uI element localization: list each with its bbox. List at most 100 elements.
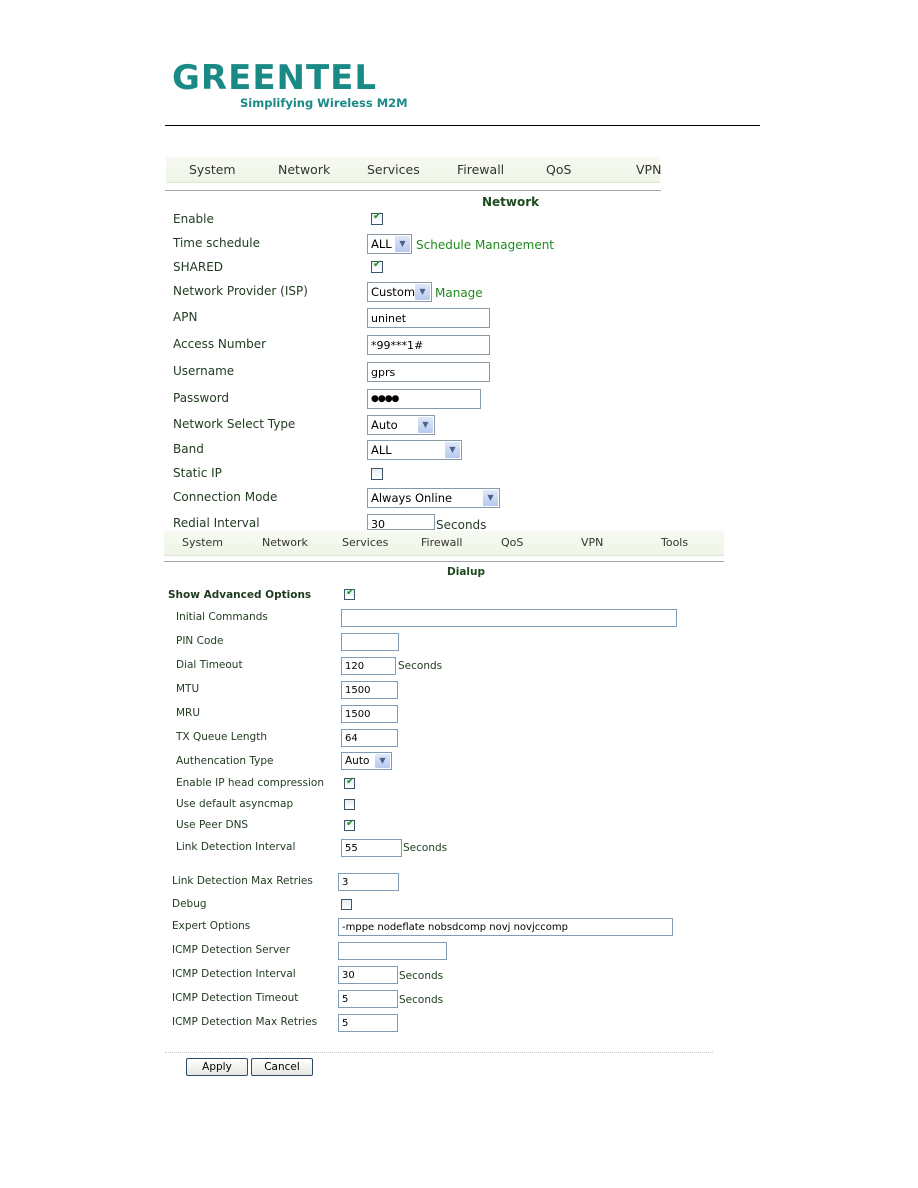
- dial-timeout-input[interactable]: 120: [341, 657, 396, 675]
- pin-code-input[interactable]: [341, 633, 399, 651]
- peer-dns-checkbox[interactable]: [344, 818, 355, 831]
- dial-timeout-label: Dial Timeout: [176, 659, 243, 671]
- header-divider: [165, 125, 760, 126]
- nav-tab-system[interactable]: System: [182, 536, 223, 549]
- manage-isp-link[interactable]: Manage: [435, 286, 483, 300]
- tx-queue-length-label: TX Queue Length: [176, 731, 267, 743]
- enable-checkbox[interactable]: [371, 211, 383, 225]
- initial-commands-input[interactable]: [341, 609, 677, 627]
- link-detection-max-retries-label: Link Detection Max Retries: [172, 875, 313, 887]
- network-select-type-value: Auto: [371, 418, 398, 432]
- band-select[interactable]: ALL ▼: [367, 440, 462, 460]
- bottom-nav-divider: [164, 561, 724, 562]
- shared-label: SHARED: [173, 260, 224, 274]
- tx-queue-length-input[interactable]: 64: [341, 729, 398, 747]
- default-asyncmap-label: Use default asyncmap: [176, 798, 294, 810]
- connection-mode-select[interactable]: Always Online ▼: [367, 488, 500, 508]
- redial-interval-unit: Seconds: [436, 518, 487, 532]
- icmp-server-input[interactable]: [338, 942, 447, 960]
- nav-tab-firewall[interactable]: Firewall: [457, 162, 504, 177]
- initial-commands-label: Initial Commands: [176, 611, 268, 623]
- chevron-down-icon: ▼: [415, 284, 430, 300]
- time-schedule-select[interactable]: ALL ▼: [367, 234, 412, 254]
- ip-head-compression-checkbox[interactable]: [344, 776, 355, 789]
- top-nav-bar: System Network Services Firewall QoS VPN: [166, 157, 661, 183]
- debug-label: Debug: [172, 898, 207, 910]
- dial-timeout-unit: Seconds: [398, 660, 443, 672]
- mtu-label: MTU: [176, 683, 200, 695]
- top-nav-divider: [165, 190, 661, 191]
- band-value: ALL: [371, 443, 392, 457]
- connection-mode-value: Always Online: [371, 491, 453, 505]
- nav-tab-qos[interactable]: QoS: [501, 536, 523, 549]
- password-input[interactable]: ●●●●: [367, 389, 481, 409]
- nav-tab-qos[interactable]: QoS: [546, 162, 571, 177]
- link-detection-interval-input[interactable]: 55: [341, 839, 402, 857]
- chevron-down-icon: ▼: [483, 490, 498, 506]
- form-footer-divider: [165, 1052, 713, 1053]
- link-detection-interval-unit: Seconds: [403, 842, 448, 854]
- static-ip-checkbox[interactable]: [371, 468, 383, 480]
- mru-label: MRU: [176, 707, 201, 719]
- expert-options-label: Expert Options: [172, 920, 251, 932]
- username-input[interactable]: gprs: [367, 362, 490, 382]
- chevron-down-icon: ▼: [418, 417, 433, 433]
- schedule-management-link[interactable]: Schedule Management: [416, 238, 554, 252]
- icmp-timeout-input[interactable]: 5: [338, 990, 398, 1008]
- link-detection-max-retries-input[interactable]: 3: [338, 873, 399, 891]
- icmp-timeout-label: ICMP Detection Timeout: [172, 992, 299, 1004]
- icmp-server-label: ICMP Detection Server: [172, 944, 290, 956]
- peer-dns-label: Use Peer DNS: [176, 819, 249, 831]
- link-detection-interval-label: Link Detection Interval: [176, 841, 296, 853]
- mru-input[interactable]: 1500: [341, 705, 398, 723]
- chevron-down-icon: ▼: [445, 442, 460, 458]
- nav-tab-vpn[interactable]: VPN: [581, 536, 603, 549]
- default-asyncmap-checkbox[interactable]: [344, 799, 355, 810]
- access-number-input[interactable]: *99***1#: [367, 335, 490, 355]
- auth-type-value: Auto: [345, 755, 370, 767]
- icmp-interval-label: ICMP Detection Interval: [172, 968, 296, 980]
- redial-interval-input[interactable]: 30: [367, 514, 435, 530]
- nav-tab-services[interactable]: Services: [342, 536, 388, 549]
- nav-tab-tools[interactable]: Tools: [661, 536, 688, 549]
- expert-options-input[interactable]: -mppe nodeflate nobsdcomp novj novjccomp: [338, 918, 673, 936]
- show-advanced-label: Show Advanced Options: [168, 589, 312, 601]
- ip-head-compression-label: Enable IP head compression: [176, 777, 324, 789]
- username-label: Username: [173, 364, 235, 378]
- nav-tab-firewall[interactable]: Firewall: [421, 536, 462, 549]
- dialup-section-title: Dialup: [447, 566, 485, 578]
- nav-tab-vpn[interactable]: VPN: [636, 162, 661, 177]
- nav-tab-system[interactable]: System: [189, 162, 236, 177]
- nav-tab-network[interactable]: Network: [278, 162, 330, 177]
- icmp-max-retries-input[interactable]: 5: [338, 1014, 398, 1032]
- icmp-timeout-unit: Seconds: [399, 994, 444, 1006]
- show-advanced-checkbox[interactable]: [344, 587, 355, 600]
- cancel-button[interactable]: Cancel: [251, 1058, 313, 1076]
- band-label: Band: [173, 442, 204, 456]
- redial-interval-label: Redial Interval: [173, 516, 260, 530]
- auth-type-label: Authencation Type: [176, 755, 274, 767]
- debug-checkbox[interactable]: [341, 899, 352, 910]
- auth-type-select[interactable]: Auto ▼: [341, 752, 392, 770]
- shared-checkbox[interactable]: [371, 259, 383, 273]
- icmp-interval-input[interactable]: 30: [338, 966, 398, 984]
- apn-label: APN: [173, 310, 198, 324]
- apn-input[interactable]: uninet: [367, 308, 490, 328]
- chevron-down-icon: ▼: [375, 754, 390, 768]
- isp-label: Network Provider (ISP): [173, 284, 308, 298]
- nav-tab-services[interactable]: Services: [367, 162, 420, 177]
- brand-tagline: Simplifying Wireless M2M: [240, 96, 408, 110]
- mtu-input[interactable]: 1500: [341, 681, 398, 699]
- network-select-type-label: Network Select Type: [173, 417, 296, 431]
- password-label: Password: [173, 391, 230, 405]
- nav-tab-network[interactable]: Network: [262, 536, 308, 549]
- chevron-down-icon: ▼: [395, 236, 410, 252]
- apply-button[interactable]: Apply: [186, 1058, 248, 1076]
- enable-label: Enable: [173, 212, 214, 226]
- network-select-type-select[interactable]: Auto ▼: [367, 415, 435, 435]
- isp-select[interactable]: Custom ▼: [367, 282, 432, 302]
- time-schedule-value: ALL: [371, 237, 392, 251]
- pin-code-label: PIN Code: [176, 635, 224, 647]
- static-ip-label: Static IP: [173, 466, 222, 480]
- brand-name: GREENTEL: [172, 58, 378, 98]
